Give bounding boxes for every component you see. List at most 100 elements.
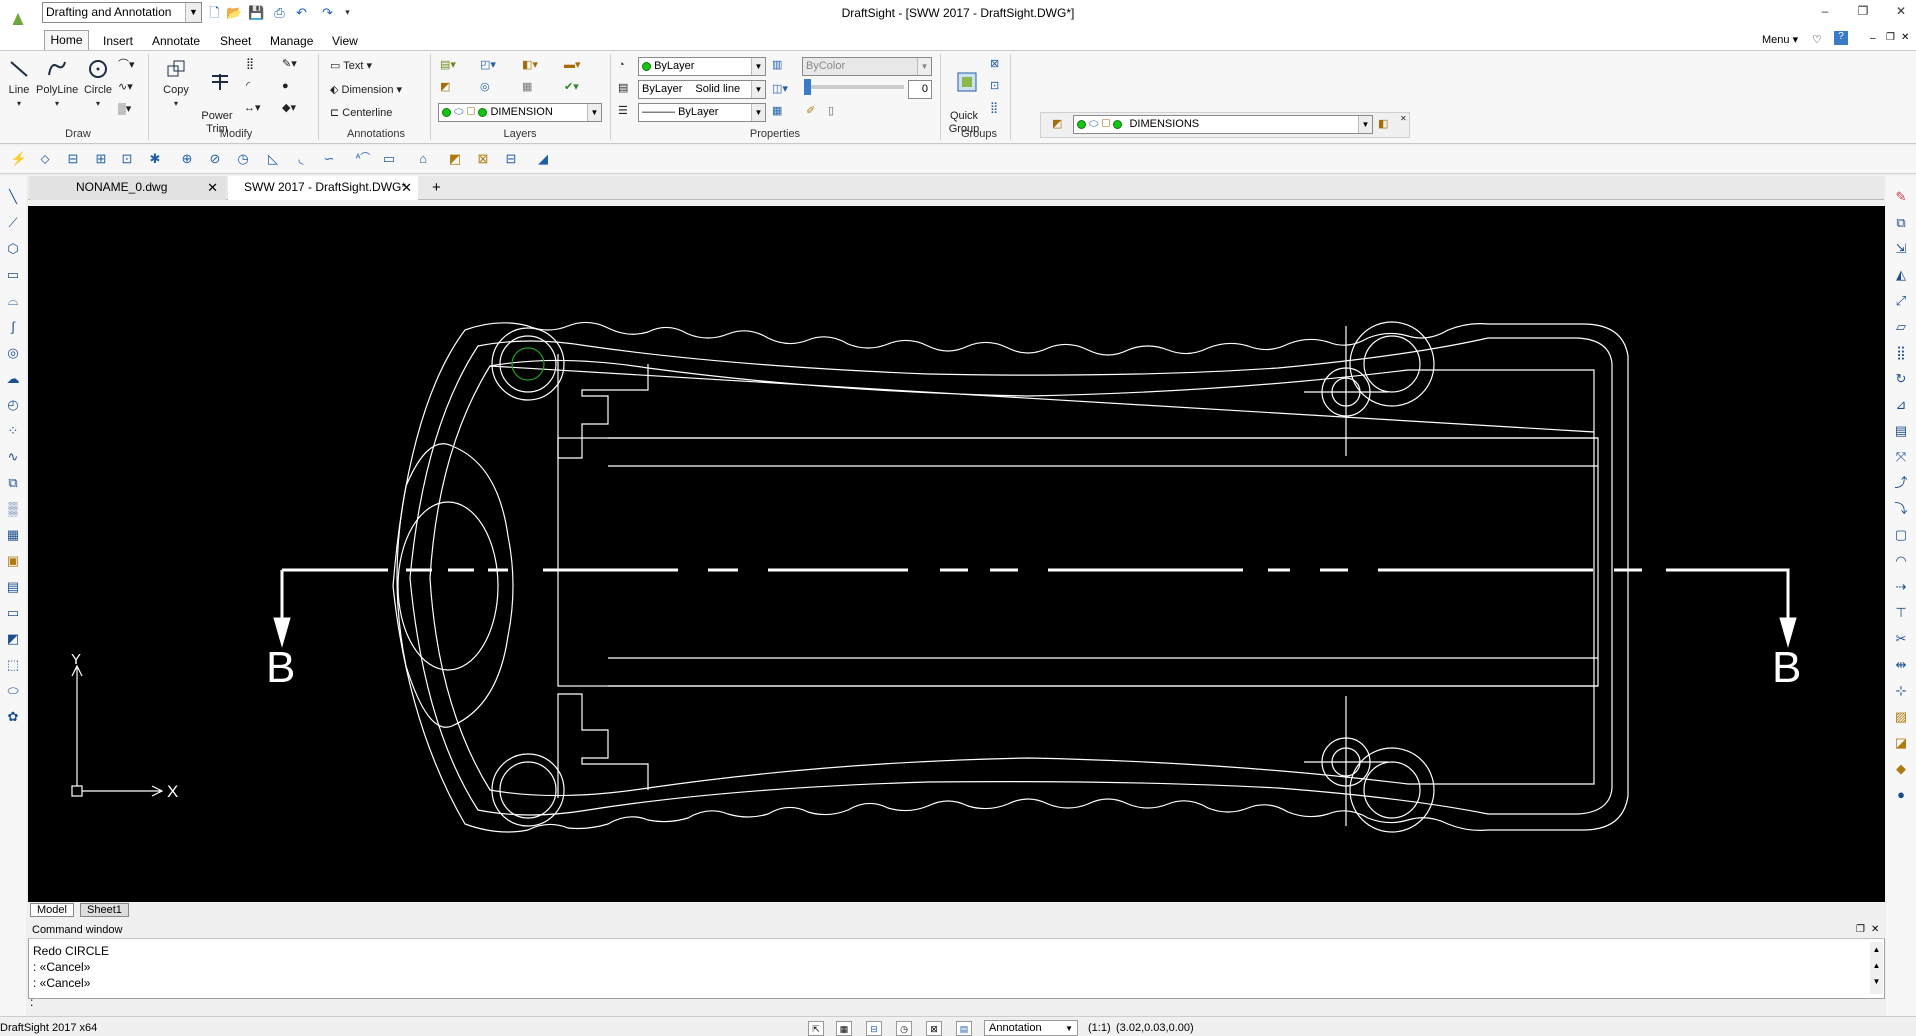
lineweight-toggle-icon[interactable]: ▤ <box>956 1021 972 1036</box>
snap-extension-icon[interactable]: ◟ <box>292 150 310 168</box>
shape-icon[interactable]: ✿ <box>4 708 22 726</box>
clip-edit-icon[interactable]: ⊠ <box>474 150 492 168</box>
toolbar-close-icon[interactable]: ✕ <box>1400 112 1407 126</box>
layer-check-icon[interactable]: ✔▾ <box>564 80 579 94</box>
array-tool-icon[interactable]: ⣿ <box>1892 344 1910 362</box>
draw-line-icon[interactable]: ╲ <box>4 188 22 206</box>
draw-rectangle-icon[interactable]: ▭ <box>4 266 22 284</box>
ellipse-icon[interactable]: ⬭ <box>4 682 22 700</box>
color-a-icon[interactable]: ▦ <box>772 104 782 118</box>
draw-freehand-icon[interactable]: ∿ <box>4 448 22 466</box>
extend-tool-icon[interactable]: ⤵ <box>1892 500 1910 518</box>
spline-icon[interactable]: ∿▾ <box>118 80 133 94</box>
fillet-icon[interactable]: ◜ <box>246 79 250 93</box>
layer-select[interactable]: ⬭ ▢ DIMENSION ▼ <box>438 103 602 122</box>
doc-tab-noname[interactable]: NONAME_0.dwg ✕ <box>30 176 226 200</box>
dimension-button[interactable]: ⬖ Dimension ▾ <box>330 83 402 97</box>
circle-button[interactable]: Circle ▾ <box>82 58 114 110</box>
tab-manage[interactable]: Manage <box>270 34 313 48</box>
tab-annotate[interactable]: Annotate <box>152 34 200 48</box>
ribbon-restore-icon[interactable]: ❐ <box>1886 32 1895 43</box>
close-icon[interactable]: ✕ <box>1890 2 1912 20</box>
group-selection-icon[interactable]: ⣿ <box>990 101 998 115</box>
transparency-input[interactable]: 0 <box>908 80 932 99</box>
chevron-down-icon[interactable]: ▼ <box>1358 116 1372 133</box>
erase-tool-icon[interactable]: ✎ <box>1892 188 1910 206</box>
snap-node-icon[interactable]: ⊡ <box>118 150 136 168</box>
properties-palette-icon[interactable]: ▯ <box>828 104 834 118</box>
close-icon[interactable]: ✕ <box>207 176 218 199</box>
hatch-icon[interactable]: ▒▾ <box>118 102 131 116</box>
snap-apparent-icon[interactable]: ∽ <box>320 150 338 168</box>
snap-settings-icon[interactable]: ⌂ <box>414 150 432 168</box>
chevron-down-icon[interactable]: ▼ <box>917 58 931 75</box>
layer-manager-icon[interactable]: ▤▾ <box>440 58 456 72</box>
rotate-tool-icon[interactable]: ↻ <box>1892 370 1910 388</box>
image-icon[interactable]: ◩ <box>4 630 22 648</box>
table-icon[interactable]: ▤ <box>4 578 22 596</box>
snap-perpendicular-icon[interactable]: ◷ <box>234 150 252 168</box>
text-button[interactable]: ▭ Text ▾ <box>330 59 372 73</box>
snap-insertion-icon[interactable]: ᴬ⌒ <box>354 150 372 168</box>
tab-insert[interactable]: Insert <box>103 34 133 48</box>
break-tool-icon[interactable]: ▢ <box>1892 526 1910 544</box>
bomb-tool-icon[interactable]: ● <box>1892 786 1910 804</box>
arc-icon[interactable]: ⌒▾ <box>118 58 135 72</box>
snap-end-icon[interactable]: ⬦ <box>36 150 54 168</box>
heart-icon[interactable]: ♡ <box>1812 33 1822 46</box>
entity-snap-icon[interactable]: ⚡ <box>10 150 28 168</box>
layer-isolate-icon[interactable]: ▬▾ <box>564 58 581 72</box>
snap-mid-icon[interactable]: ⊟ <box>64 150 82 168</box>
slider-thumb[interactable] <box>804 79 811 95</box>
region-icon[interactable]: ▣ <box>4 552 22 570</box>
pattern-tool-icon[interactable]: ▱ <box>1892 318 1910 336</box>
edit-block-icon[interactable]: ◪ <box>1892 734 1910 752</box>
lineweight-select[interactable]: ——— ByLayer ▼ <box>638 103 766 122</box>
transparency-slider[interactable] <box>804 79 904 95</box>
chevron-down-icon[interactable]: ▼ <box>751 104 765 121</box>
gradient-icon[interactable]: ▦ <box>4 526 22 544</box>
offset-tool-icon[interactable]: ⤢ <box>1892 292 1910 310</box>
command-prompt[interactable]: : <box>30 995 33 1009</box>
measure-icon[interactable]: ◢ <box>534 150 552 168</box>
snap-center-icon[interactable]: ⊞ <box>92 150 110 168</box>
esnap-icon[interactable]: ⊠ <box>926 1021 942 1036</box>
sheet-tab-model[interactable]: Model <box>30 903 74 917</box>
match-properties-icon[interactable]: ✐ <box>806 104 815 118</box>
layer-previous-icon[interactable]: ◧ <box>1378 117 1388 131</box>
fillet-tool-icon[interactable]: ✂ <box>1892 630 1910 648</box>
edit-hatch-icon[interactable]: ▨ <box>1892 708 1910 726</box>
tab-view[interactable]: View <box>332 34 358 48</box>
lengthen-tool-icon[interactable]: ⤧ <box>1892 448 1910 466</box>
scale-tool-icon[interactable]: ⊿ <box>1892 396 1910 414</box>
tab-sheet[interactable]: Sheet <box>220 34 251 48</box>
cursor-icon[interactable]: ⇱ <box>808 1021 824 1036</box>
transparency-icon[interactable]: ◫▾ <box>772 82 788 96</box>
copy-tool-icon[interactable]: ⧉ <box>1892 214 1910 232</box>
align-tool-icon[interactable]: ⊹ <box>1892 682 1910 700</box>
move-tool-icon[interactable]: ⇲ <box>1892 240 1910 258</box>
trim-tool-icon[interactable]: ⤴ <box>1892 474 1910 492</box>
snap-none-icon[interactable]: ▭ <box>380 150 398 168</box>
color-picker-icon[interactable]: ◔ <box>618 58 625 72</box>
mirror-tool-icon[interactable]: ◭ <box>1892 266 1910 284</box>
snap-parallel-icon[interactable]: ◺ <box>264 150 282 168</box>
snap-intersection-icon[interactable]: ⊕ <box>178 150 196 168</box>
centerline-button[interactable]: ⊏ Centerline <box>330 106 392 120</box>
color-select[interactable]: ByLayer ▼ <box>638 57 766 76</box>
chamfer-tool-icon[interactable]: ⊤ <box>1892 604 1910 622</box>
array-icon[interactable]: ⣿ <box>246 57 254 71</box>
layer-walk-icon[interactable]: ◎ <box>480 80 490 94</box>
draw-circle-icon[interactable]: ◎ <box>4 344 22 362</box>
copy-button[interactable]: Copy ▾ <box>160 58 192 110</box>
ungroup-icon[interactable]: ⊠ <box>990 57 999 71</box>
properties-tool-icon[interactable]: ◆ <box>1892 760 1910 778</box>
plotstyle-select[interactable]: ByColor ▼ <box>802 57 932 76</box>
properties-paint-icon[interactable]: ◆▾ <box>282 101 296 115</box>
draw-points-icon[interactable]: ⁘ <box>4 422 22 440</box>
linestyle-icon[interactable]: ▤ <box>618 81 628 95</box>
menu-button[interactable]: Menu ▾ <box>1762 33 1798 46</box>
layer-lock-icon[interactable]: ▦ <box>522 80 532 94</box>
annotation-scale-select[interactable]: Annotation ▼ <box>984 1020 1078 1036</box>
edit-group-icon[interactable]: ⊡ <box>990 79 999 93</box>
